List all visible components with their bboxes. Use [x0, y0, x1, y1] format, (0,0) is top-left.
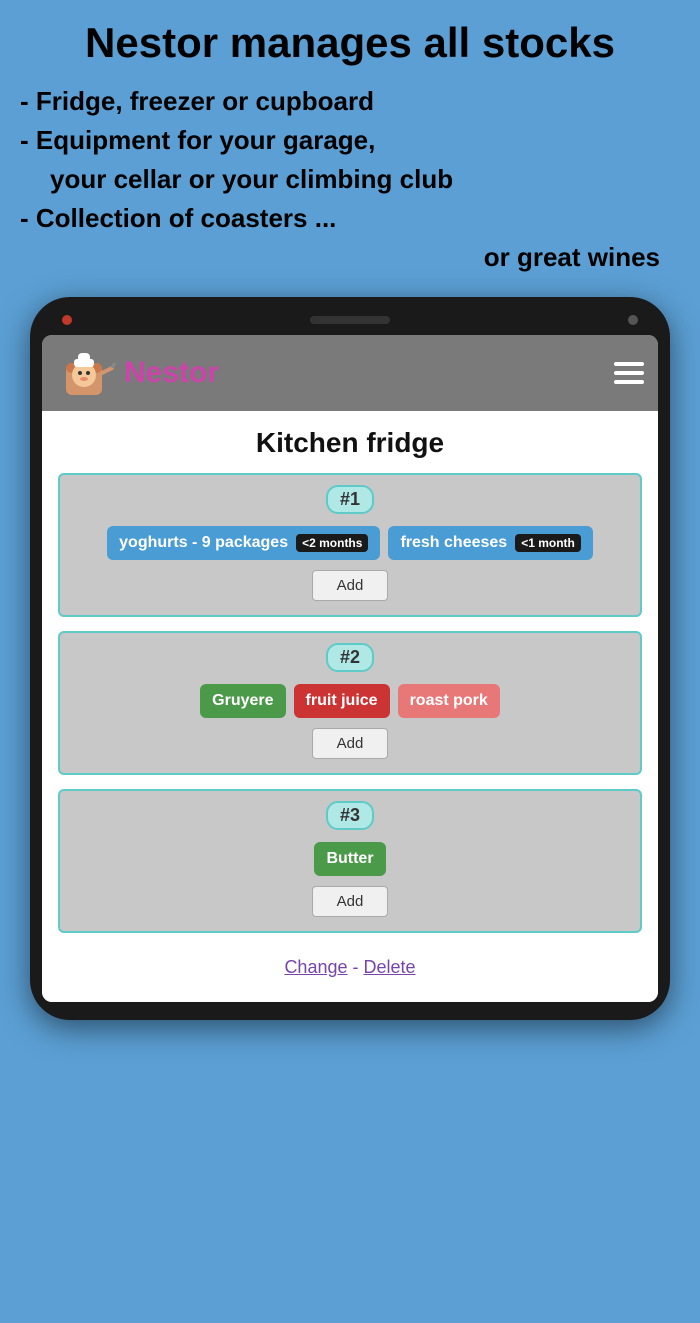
bullet-2: - Equipment for your garage, — [20, 121, 680, 160]
item-yoghurts-label: yoghurts - 9 packages — [119, 534, 288, 552]
phone-mockup: Nestor Kitchen fridge #1 yoghurts - 9 pa… — [30, 297, 670, 1020]
phone-speaker — [310, 316, 390, 324]
item-fresh-cheeses-expiry: <1 month — [515, 534, 581, 552]
header-section: Nestor manages all stocks - Fridge, free… — [0, 0, 700, 287]
item-fresh-cheeses-label: fresh cheeses — [400, 534, 507, 552]
item-butter-label: Butter — [326, 850, 373, 868]
delete-link[interactable]: Delete — [364, 957, 416, 977]
shelf-2: #2 Gruyere fruit juice roast pork Add — [58, 631, 642, 775]
app-content: Kitchen fridge #1 yoghurts - 9 packages … — [42, 411, 658, 1002]
shelf-3-items: Butter — [72, 842, 628, 876]
bottom-links: Change - Delete — [58, 947, 642, 982]
shelf-1: #1 yoghurts - 9 packages <2 months fresh… — [58, 473, 642, 617]
app-title: Nestor — [124, 356, 219, 390]
item-fruit-juice[interactable]: fruit juice — [294, 684, 390, 718]
bullet-1: - Fridge, freezer or cupboard — [20, 82, 680, 121]
item-roast-pork-label: roast pork — [410, 692, 488, 710]
hamburger-menu-button[interactable] — [614, 362, 644, 384]
shelf-1-number: #1 — [326, 485, 374, 514]
header-bullets: - Fridge, freezer or cupboard - Equipmen… — [20, 82, 680, 277]
shelf-3-number: #3 — [326, 801, 374, 830]
item-yoghurts[interactable]: yoghurts - 9 packages <2 months — [107, 526, 380, 560]
hamburger-line-2 — [614, 371, 644, 375]
hamburger-line-3 — [614, 380, 644, 384]
phone-top-bar — [42, 315, 658, 335]
bullet-2b: your cellar or your climbing club — [20, 160, 680, 199]
phone-camera — [62, 315, 72, 325]
main-title: Nestor manages all stocks — [20, 20, 680, 66]
item-fresh-cheeses[interactable]: fresh cheeses <1 month — [388, 526, 592, 560]
shelf-3: #3 Butter Add — [58, 789, 642, 933]
phone-wrapper: Nestor Kitchen fridge #1 yoghurts - 9 pa… — [0, 287, 700, 1040]
hamburger-line-1 — [614, 362, 644, 366]
or-line: or great wines — [20, 238, 680, 277]
item-gruyere-label: Gruyere — [212, 692, 273, 710]
item-butter[interactable]: Butter — [314, 842, 385, 876]
change-link[interactable]: Change — [284, 957, 347, 977]
shelf-2-items: Gruyere fruit juice roast pork — [72, 684, 628, 718]
app-logo-area: Nestor — [56, 343, 219, 403]
phone-screen: Nestor Kitchen fridge #1 yoghurts - 9 pa… — [42, 335, 658, 1002]
shelf-3-add-button[interactable]: Add — [312, 886, 389, 917]
page-title: Kitchen fridge — [58, 427, 642, 459]
bullet-3: - Collection of coasters ... — [20, 199, 680, 238]
app-header: Nestor — [42, 335, 658, 411]
shelf-1-add-button[interactable]: Add — [312, 570, 389, 601]
shelf-2-add-button[interactable]: Add — [312, 728, 389, 759]
item-yoghurts-expiry: <2 months — [296, 534, 368, 552]
item-gruyere[interactable]: Gruyere — [200, 684, 285, 718]
shelf-1-items: yoghurts - 9 packages <2 months fresh ch… — [72, 526, 628, 560]
phone-sensor — [628, 315, 638, 325]
item-fruit-juice-label: fruit juice — [306, 692, 378, 710]
item-roast-pork[interactable]: roast pork — [398, 684, 500, 718]
link-separator: - — [353, 957, 364, 977]
shelf-2-number: #2 — [326, 643, 374, 672]
app-logo-icon — [56, 343, 116, 403]
